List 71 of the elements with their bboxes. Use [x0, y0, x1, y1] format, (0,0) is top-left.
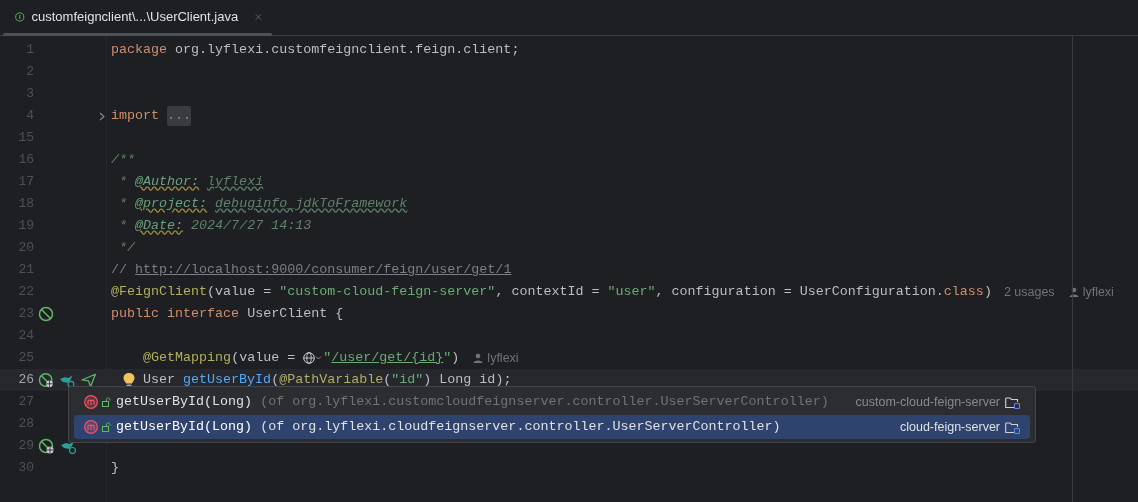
annotation: @FeignClient	[111, 283, 208, 301]
string-literal: "user"	[607, 283, 656, 301]
person-icon	[473, 353, 484, 363]
keyword: package	[111, 41, 169, 59]
paper-plane-icon[interactable]	[80, 372, 96, 388]
doc-tag: @Author:	[135, 172, 200, 192]
person-icon	[1068, 287, 1079, 297]
folded-code-placeholder[interactable]: ...	[167, 106, 192, 126]
comment-link[interactable]: http://localhost:9000/consumer/feign/user/get/1	[135, 260, 512, 280]
module-name: custom-cloud-feign-server	[855, 393, 1000, 411]
circle-slash-globe-icon[interactable]	[38, 438, 54, 454]
i-circle-icon	[15, 10, 25, 24]
code-text: UserClient {	[247, 305, 344, 323]
code-text: (	[383, 371, 392, 389]
lightbulb-icon[interactable]	[122, 372, 136, 388]
module-name: cloud-feign-server	[899, 418, 1000, 436]
doc-comment: */	[118, 239, 136, 257]
doc-comment: *	[118, 173, 128, 191]
doc-tag: @project:	[135, 194, 208, 214]
string-literal: "	[323, 349, 332, 367]
folder-icon	[1005, 420, 1020, 434]
suggestion-row[interactable]: getUserById(Long) (of org.lyflexi.customcloudfeignserver.controller.UserServerController) custom-cloud-feign-server	[74, 390, 1030, 414]
code-text: )	[451, 349, 460, 367]
code-text: (value =	[207, 283, 273, 301]
code-text: org.lyflexi.customfeignclient.feign.client;	[175, 41, 520, 59]
method-signature: getUserById(Long)	[116, 393, 253, 411]
declaring-class: (of org.lyflexi.cloudfeignserver.controller.UserServerController)	[260, 418, 781, 436]
doc-value: lyflexi	[207, 173, 264, 191]
usages-hint[interactable]: 2 usages	[1003, 282, 1055, 302]
editor-tab[interactable]: customfeignclient\...\UserClient.java	[0, 0, 272, 35]
keyword: class	[943, 283, 984, 301]
suggestion-row[interactable]: getUserById(Long) (of org.lyflexi.cloudfeignserver.controller.UserServerController) cloud-feign-server	[74, 415, 1030, 439]
unlocked-icon	[102, 397, 111, 407]
declaring-class: (of org.lyflexi.customcloudfeignserver.controller.UserServerController)	[260, 393, 829, 411]
keyword: import	[111, 107, 161, 125]
circle-slash-globe-icon[interactable]	[38, 372, 54, 388]
code-text: (value =	[231, 349, 297, 367]
string-literal: "id"	[391, 371, 424, 389]
doc-comment: /**	[111, 151, 136, 169]
method-name: getUserById	[183, 371, 272, 389]
author-hint[interactable]: lyflexi	[487, 348, 519, 368]
code-text: (	[271, 371, 280, 389]
code-text: ) Long id);	[423, 371, 512, 389]
doc-value: debuginfo_jdkToFramework	[215, 195, 408, 213]
annotation: @GetMapping	[142, 349, 232, 367]
keyword: public interface	[111, 305, 241, 323]
doc-tag: @Date:	[135, 216, 184, 236]
code-text: User	[143, 371, 177, 389]
code-text: , configuration = UserConfiguration.	[655, 283, 944, 301]
method-signature: getUserById(Long)	[116, 418, 253, 436]
line-number: 26	[17, 371, 34, 390]
code-text: }	[111, 459, 119, 477]
circle-slash-icon[interactable]	[38, 306, 54, 322]
string-literal: "custom-cloud-feign-server"	[279, 283, 496, 301]
string-literal: "	[443, 349, 452, 367]
code-text: )	[983, 283, 992, 301]
url-path-link[interactable]: /user/get/{id}	[331, 348, 444, 368]
method-icon	[84, 420, 98, 434]
doc-comment: *	[118, 217, 128, 235]
method-icon	[84, 395, 98, 409]
unlocked-icon	[102, 422, 111, 432]
author-hint[interactable]: lyflexi	[1082, 282, 1114, 302]
expand-chevron-icon[interactable]	[99, 111, 105, 121]
comment: //	[111, 261, 128, 279]
annotation: @PathVariable	[279, 371, 384, 389]
globe-dropdown-icon[interactable]	[303, 351, 324, 365]
doc-comment: *	[118, 195, 128, 213]
tab-title: customfeignclient\...\UserClient.java	[31, 8, 239, 27]
code-text: , contextId =	[495, 283, 601, 301]
folder-icon	[1005, 395, 1020, 409]
doc-comment: 2024/7/27 14:13	[190, 217, 312, 235]
